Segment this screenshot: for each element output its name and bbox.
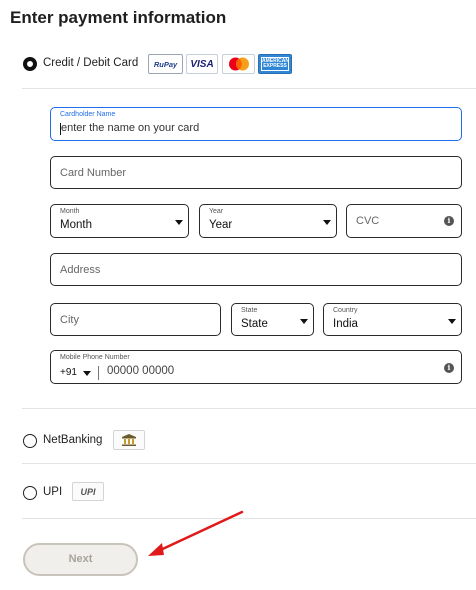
mobile-phone-field[interactable]: Mobile Phone Number +91 00000 00000 i: [50, 350, 462, 384]
cardholder-name-label: Cardholder Name: [60, 111, 116, 118]
state-value: State: [241, 318, 268, 330]
page-title: Enter payment information: [10, 8, 227, 27]
bank-icon: [113, 430, 145, 450]
card-number-field[interactable]: Card Number: [50, 156, 462, 189]
month-label: Month: [60, 208, 80, 215]
cardholder-name-field[interactable]: Cardholder Name enter the name on your c…: [50, 107, 462, 141]
month-select[interactable]: Month Month: [50, 204, 189, 238]
state-select[interactable]: State State: [231, 303, 314, 336]
card-radio[interactable]: [23, 57, 37, 71]
chevron-down-icon[interactable]: [83, 371, 91, 376]
city-field[interactable]: City: [50, 303, 221, 336]
amex-logo: AMERICAN EXPRESS: [258, 54, 292, 74]
cvc-field[interactable]: CVC i: [346, 204, 462, 238]
mobile-phone-label: Mobile Phone Number: [60, 354, 130, 361]
year-value: Year: [209, 219, 233, 231]
chevron-down-icon: [323, 220, 331, 225]
card-option-label[interactable]: Credit / Debit Card: [43, 57, 138, 69]
next-button[interactable]: Next: [23, 543, 138, 576]
phone-separator: [98, 366, 99, 380]
card-number-placeholder: Card Number: [60, 167, 127, 179]
visa-logo: VISA: [186, 54, 218, 74]
country-code[interactable]: +91: [60, 367, 77, 378]
year-select[interactable]: Year Year: [199, 204, 337, 238]
upi-divider: [22, 463, 476, 464]
month-value: Month: [60, 219, 92, 231]
address-field[interactable]: Address: [50, 253, 462, 286]
upi-logo: UPI: [72, 482, 104, 501]
phone-placeholder: 00000 00000: [107, 365, 175, 377]
rupay-logo: RuPay: [148, 54, 183, 74]
country-value: India: [333, 318, 358, 330]
city-placeholder: City: [60, 314, 79, 326]
mastercard-logo: [222, 54, 255, 74]
info-icon[interactable]: i: [444, 363, 454, 373]
address-placeholder: Address: [60, 264, 101, 276]
cardholder-name-placeholder: enter the name on your card: [61, 122, 200, 134]
country-select[interactable]: Country India: [323, 303, 462, 336]
red-arrow-annotation: [148, 510, 244, 556]
text-cursor: [60, 123, 61, 135]
chevron-down-icon: [300, 319, 308, 324]
netbanking-label[interactable]: NetBanking: [43, 434, 102, 446]
card-divider: [22, 88, 476, 89]
year-label: Year: [209, 208, 224, 215]
upi-label[interactable]: UPI: [43, 486, 62, 498]
info-icon[interactable]: i: [444, 216, 454, 226]
cvc-placeholder: CVC: [356, 215, 380, 227]
netbanking-radio[interactable]: [23, 434, 37, 448]
upi-radio[interactable]: [23, 486, 37, 500]
netbanking-divider: [22, 408, 476, 409]
chevron-down-icon: [448, 319, 456, 324]
country-label: Country: [333, 307, 358, 314]
chevron-down-icon: [175, 220, 183, 225]
state-label: State: [241, 307, 258, 314]
